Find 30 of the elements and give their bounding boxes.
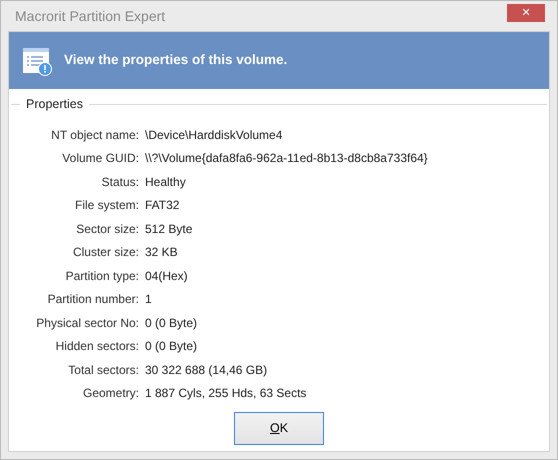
group-title: Properties (26, 96, 83, 113)
banner-text: View the properties of this volume. (64, 51, 288, 70)
property-value: 1 887 Cyls, 255 Hds, 63 Sects (145, 385, 308, 402)
property-value: 30 322 688 (14,46 GB) (145, 362, 268, 379)
property-label: Partition number: (46, 291, 139, 308)
property-value: 1 (145, 291, 153, 308)
property-label: Total sectors: (67, 362, 139, 379)
property-value: FAT32 (145, 197, 180, 214)
property-label: Sector size: (75, 220, 139, 238)
property-label: Geometry: (82, 385, 139, 402)
property-label: File system: (74, 197, 139, 214)
close-button[interactable]: ✕ (507, 4, 545, 22)
property-value: 512 Byte (145, 220, 194, 238)
property-label: Cluster size: (72, 244, 139, 262)
property-label: Status: (100, 174, 139, 191)
property-value: 04(Hex) (145, 268, 189, 285)
property-value: 0 (0 Byte) (145, 338, 198, 356)
property-label: NT object name: (50, 126, 139, 144)
property-value: 32 KB (145, 244, 179, 262)
property-label: Partition type: (64, 268, 139, 285)
property-label: Hidden sectors: (54, 338, 139, 356)
property-label: Physical sector No: (35, 314, 139, 332)
property-value: \\?\Volume{dafa8fa6-962a-11ed-8b13-d8cb8a733f64} (145, 150, 429, 168)
property-value: \Device\HarddiskVolume4 (145, 126, 284, 144)
property-label: Volume GUID: (61, 150, 139, 168)
property-value: Healthy (145, 174, 187, 191)
property-value: 0 (0 Byte) (145, 314, 198, 332)
window-title: Macrorit Partition Expert (15, 6, 166, 26)
properties-info-icon (22, 46, 52, 76)
ok-button[interactable]: OK (234, 412, 324, 445)
